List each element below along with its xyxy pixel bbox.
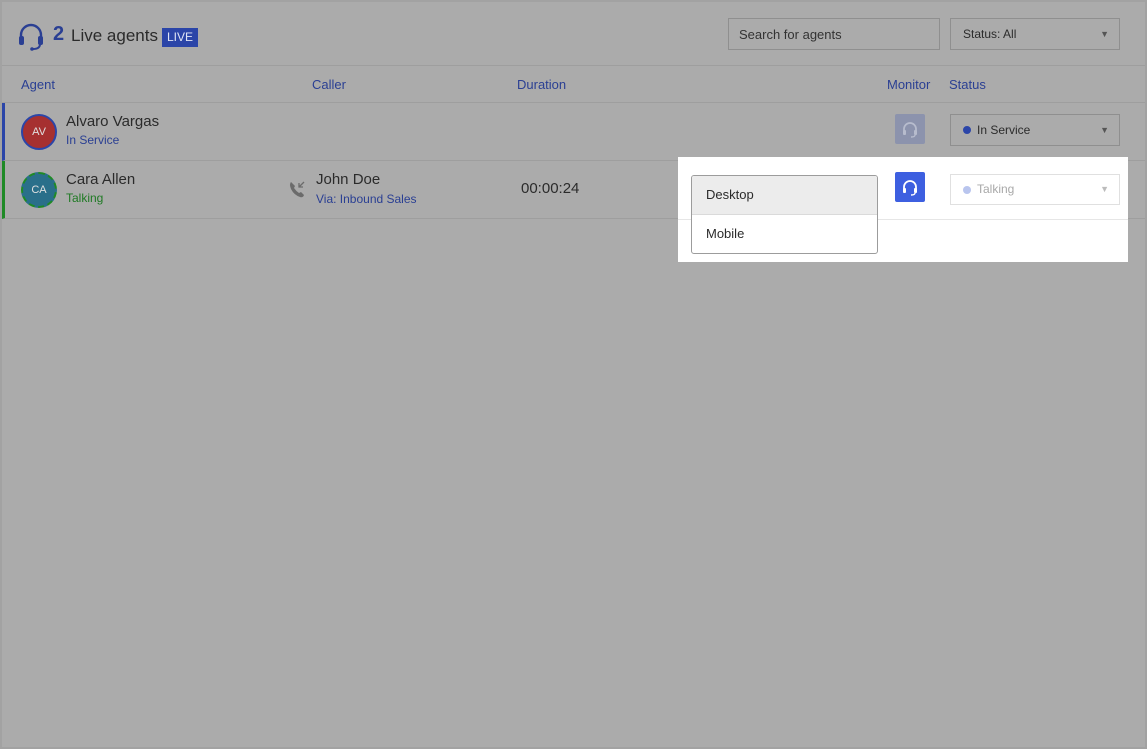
agent-name: Alvaro Vargas	[66, 113, 160, 130]
menu-item-desktop[interactable]: Desktop	[692, 176, 877, 215]
table-row[interactable]: AV Alvaro Vargas In Service In Service ▼	[2, 103, 1145, 161]
caller-via[interactable]: Via: Inbound Sales	[316, 192, 417, 206]
agent-status-text: In Service	[66, 133, 120, 147]
menu-item-mobile[interactable]: Mobile	[692, 215, 877, 253]
page-title: Live agents	[71, 26, 158, 45]
column-agent[interactable]: Agent	[21, 77, 55, 92]
agent-name: Cara Allen	[66, 171, 136, 188]
agent-status-value: In Service	[977, 123, 1031, 137]
column-monitor[interactable]: Monitor	[887, 77, 930, 92]
headset-icon	[903, 180, 917, 196]
agent-count: 2	[53, 23, 65, 45]
avatar: AV	[21, 114, 57, 150]
avatar: CA	[21, 172, 57, 208]
status-dot	[963, 186, 971, 194]
monitor-popup-area: Desktop Mobile Talking ▼	[678, 157, 1128, 262]
status-dot	[963, 126, 971, 134]
chevron-down-icon: ▼	[1100, 125, 1109, 135]
agent-status-select[interactable]: In Service ▼	[950, 114, 1120, 146]
column-status[interactable]: Status	[949, 77, 986, 92]
monitor-button[interactable]	[895, 114, 925, 144]
agent-status-text: Talking	[66, 191, 104, 205]
chevron-down-icon: ▼	[1100, 184, 1109, 194]
headset-icon	[19, 23, 43, 51]
status-filter-select[interactable]: Status: All ▼	[950, 18, 1120, 50]
agent-status-select[interactable]: Talking ▼	[950, 174, 1120, 205]
search-input[interactable]	[728, 18, 940, 50]
status-filter-value: Status: All	[963, 27, 1017, 41]
monitor-button[interactable]	[895, 172, 925, 202]
call-duration: 00:00:24	[521, 180, 580, 197]
monitor-device-menu: Desktop Mobile	[691, 175, 878, 254]
incoming-call-icon	[290, 181, 305, 198]
headset-icon	[903, 122, 917, 138]
column-caller[interactable]: Caller	[312, 77, 346, 92]
agent-status-value: Talking	[977, 182, 1015, 196]
caller-name: John Doe	[316, 171, 381, 188]
live-badge: LIVE	[162, 28, 199, 47]
page-header: 2 Live agents LIVE Status: All ▼	[2, 2, 1145, 66]
table-header: Agent Caller Duration Monitor Status	[2, 67, 1145, 103]
chevron-down-icon: ▼	[1100, 29, 1109, 39]
column-duration[interactable]: Duration	[517, 77, 566, 92]
